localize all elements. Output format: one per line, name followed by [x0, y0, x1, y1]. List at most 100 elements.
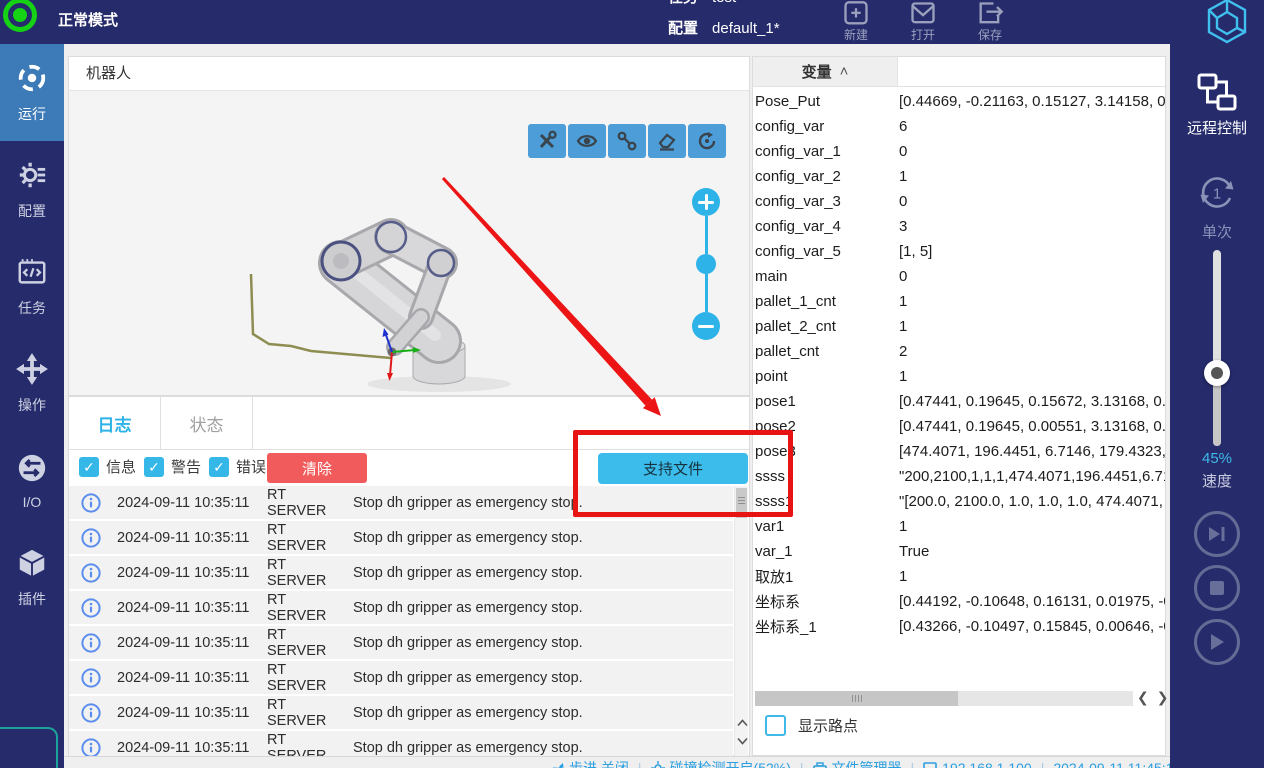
log-row: 2024-09-11 10:35:11 RT SERVER Stop dh gr… [69, 556, 733, 589]
filter-error-checkbox[interactable]: ✓错误 [209, 456, 266, 477]
app-root: 正常模式 任务test 配置default_1* 新建 打开 保存 [0, 0, 1264, 768]
mode-status-icon [3, 0, 37, 32]
variables-header-cell[interactable]: 变量 ˄ [753, 57, 898, 86]
stop-button[interactable] [1194, 565, 1240, 611]
variable-value: 1 [899, 568, 907, 585]
new-file-icon [828, 0, 884, 28]
variable-value: [474.4071, 196.4451, 6.7146, 179.4323, 1… [899, 443, 1165, 460]
right-sidebar: 远程控制 1 单次 45% 速度 [1170, 44, 1264, 768]
step-forward-button[interactable] [1194, 511, 1240, 557]
log-message: Stop dh gripper as emergency stop. [353, 740, 583, 756]
filter-info-checkbox[interactable]: ✓信息 [79, 456, 136, 477]
zoom-slider-handle[interactable] [696, 254, 716, 274]
io-icon [16, 452, 48, 487]
log-message: Stop dh gripper as emergency stop. [353, 565, 583, 581]
tools-icon[interactable] [528, 124, 566, 158]
speed-slider-handle[interactable] [1204, 360, 1230, 386]
speed-slider[interactable] [1213, 250, 1221, 446]
log-tabs: 日志 状态 [69, 397, 749, 450]
variable-name: config_var_3 [755, 193, 899, 210]
tab-log[interactable]: 日志 [69, 397, 161, 449]
sidebar-item-plugin[interactable]: 插件 [0, 529, 64, 626]
tab-status[interactable]: 状态 [161, 397, 253, 449]
variable-value: "200,2100,1,1,1,474.4071,196.4451,6.714 [899, 468, 1165, 485]
speed-readout: 45% 速度 [1170, 450, 1264, 491]
left-sidebar: 运行 配置 任务 操作 I/O 插件 [0, 44, 64, 768]
task-icon [16, 256, 48, 291]
variable-row: 取放1 1 [753, 564, 1165, 589]
log-row: 2024-09-11 10:35:11 RT SERVER Stop dh gr… [69, 486, 733, 519]
eye-icon[interactable] [568, 124, 606, 158]
single-cycle-button[interactable]: 1 单次 [1170, 170, 1264, 242]
scroll-left-icon[interactable]: ❮ [1137, 689, 1149, 706]
collision-icon [651, 761, 665, 768]
status-ip-address[interactable]: 192.168.1.100 [923, 760, 1032, 768]
single-cycle-icon: 1 [1194, 170, 1240, 216]
sidebar-item-config-label: 配置 [18, 201, 46, 221]
sidebar-item-io[interactable]: I/O [0, 432, 64, 529]
sidebar-item-task[interactable]: 任务 [0, 238, 64, 335]
variable-name: pose2 [755, 418, 899, 435]
remote-control-label: 远程控制 [1170, 117, 1264, 138]
log-time: 2024-09-11 10:35:11 [117, 635, 251, 651]
variable-row: config_var 6 [753, 114, 1165, 139]
variable-row: main 0 [753, 264, 1165, 289]
zoom-track-lower [705, 274, 708, 312]
support-file-button[interactable]: 支持文件 [598, 453, 748, 484]
variable-value: 0 [899, 193, 907, 210]
show-waypoints-checkbox[interactable] [765, 715, 786, 736]
sidebar-item-run[interactable]: 运行 [0, 44, 64, 141]
log-list: 2024-09-11 10:35:11 RT SERVER Stop dh gr… [69, 486, 733, 756]
variable-name: var1 [755, 518, 899, 535]
variable-row: pallet_cnt 2 [753, 339, 1165, 364]
network-icon [923, 762, 937, 768]
sidebar-item-config[interactable]: 配置 [0, 141, 64, 238]
path-nodes-icon[interactable] [608, 124, 646, 158]
info-icon [81, 633, 101, 653]
scroll-right-icon[interactable]: ❯ [1157, 689, 1169, 706]
info-icon [81, 528, 101, 548]
sidebar-item-jog[interactable]: 操作 [0, 335, 64, 432]
log-row: 2024-09-11 10:35:11 RT SERVER Stop dh gr… [69, 731, 733, 756]
variable-value: True [899, 543, 929, 560]
play-button[interactable] [1194, 619, 1240, 665]
zoom-out-button[interactable] [692, 312, 720, 340]
log-source: RT SERVER [267, 662, 339, 694]
variables-header: 变量 ˄ [753, 57, 1165, 87]
variable-value: 2 [899, 343, 907, 360]
robot-3d-view[interactable] [69, 91, 749, 395]
zoom-in-button[interactable] [692, 188, 720, 216]
new-task-button[interactable]: 新建 [828, 0, 884, 44]
clear-log-button[interactable]: 清除 [267, 453, 367, 483]
sidebar-item-io-label: I/O [23, 494, 42, 510]
variable-value: 1 [899, 318, 907, 335]
variable-name: 取放1 [755, 566, 899, 587]
save-task-button[interactable]: 保存 [962, 0, 1018, 44]
filter-warning-checkbox[interactable]: ✓警告 [144, 456, 201, 477]
single-cycle-label: 单次 [1170, 221, 1264, 242]
variable-value: [0.44669, -0.21163, 0.15127, 3.14158, 0,… [899, 93, 1165, 110]
variables-h-scrollbar-thumb[interactable] [755, 691, 958, 706]
open-task-button[interactable]: 打开 [895, 0, 951, 44]
log-row: 2024-09-11 10:35:11 RT SERVER Stop dh gr… [69, 591, 733, 624]
status-file-manager[interactable]: 文件管理器 [813, 758, 902, 768]
speed-label: 速度 [1170, 470, 1264, 491]
status-collision[interactable]: 碰撞检测开启(52%) [651, 758, 791, 768]
status-step[interactable]: 步进 关闭 [550, 758, 629, 768]
log-scrollbar[interactable] [734, 486, 748, 756]
log-scrollbar-thumb[interactable] [736, 488, 747, 518]
log-source: RT SERVER [267, 487, 339, 519]
log-time: 2024-09-11 10:35:11 [117, 670, 251, 686]
scroll-down-icon[interactable] [735, 732, 749, 750]
variables-h-scrollbar[interactable] [755, 691, 1133, 706]
eraser-icon[interactable] [648, 124, 686, 158]
reset-view-icon[interactable] [688, 124, 726, 158]
variable-row: pose1 [0.47441, 0.19645, 0.15672, 3.1316… [753, 389, 1165, 414]
info-icon [81, 563, 101, 583]
log-source: RT SERVER [267, 522, 339, 554]
variable-name: ssss [755, 468, 899, 485]
remote-control-button[interactable]: 远程控制 [1170, 72, 1264, 138]
variable-row: pose2 [0.47441, 0.19645, 0.00551, 3.1316… [753, 414, 1165, 439]
variable-name: var_1 [755, 543, 899, 560]
scroll-up-icon[interactable] [735, 714, 749, 732]
